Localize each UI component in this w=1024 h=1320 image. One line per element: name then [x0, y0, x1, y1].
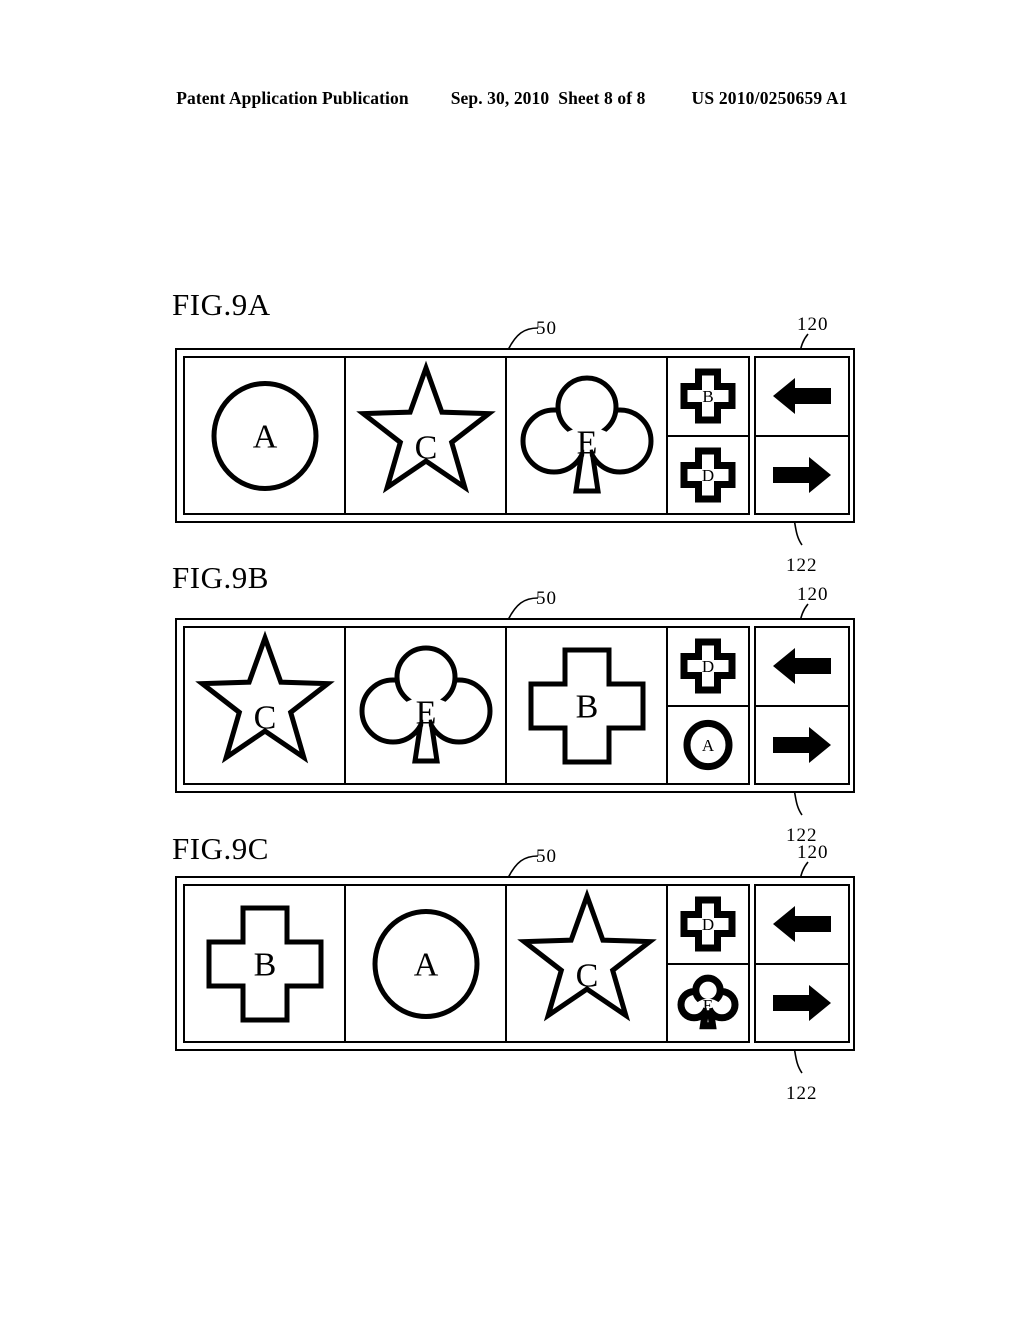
- upcoming-symbol-column: DA: [666, 626, 750, 785]
- star-symbol: C: [194, 630, 335, 774]
- upcoming-symbol-cell-1[interactable]: D: [666, 626, 750, 707]
- svg-text:E: E: [415, 694, 436, 731]
- symbol-slot-3[interactable]: E: [505, 356, 668, 515]
- symbol-slot-3[interactable]: B: [505, 626, 668, 785]
- arrow-right-icon: [771, 452, 833, 498]
- scroll-right-button[interactable]: [754, 704, 850, 785]
- svg-text:B: B: [575, 688, 598, 725]
- arrow-left-icon: [771, 373, 833, 419]
- header-publication: Patent Application Publication: [176, 88, 409, 108]
- scroll-right-button[interactable]: [754, 434, 850, 515]
- club-symbol: E: [677, 974, 739, 1030]
- svg-text:D: D: [702, 466, 714, 485]
- upcoming-symbol-cell-1[interactable]: B: [666, 356, 750, 437]
- scroll-left-button[interactable]: [754, 626, 850, 707]
- device-body: ACEBD: [175, 348, 855, 523]
- ref-numeral-arrow-right: 122: [786, 1083, 818, 1104]
- svg-text:A: A: [252, 418, 277, 455]
- cross-symbol: B: [204, 903, 326, 1025]
- circle-symbol: A: [683, 719, 733, 770]
- symbol-slot-2[interactable]: C: [344, 356, 507, 515]
- scroll-button-column: [754, 884, 850, 1043]
- scroll-button-column: [754, 626, 850, 785]
- device-screen: ACEBD: [183, 356, 850, 515]
- device-screen: CEBDA: [183, 626, 850, 785]
- star-symbol: C: [355, 360, 496, 504]
- cross-symbol: D: [680, 447, 736, 503]
- arrow-left-icon: [771, 901, 833, 947]
- svg-text:B: B: [253, 946, 276, 983]
- arrow-left-icon: [771, 643, 833, 689]
- arrow-right-icon: [771, 980, 833, 1026]
- cross-symbol: B: [526, 645, 648, 767]
- symbol-slot-1[interactable]: C: [183, 626, 346, 785]
- svg-text:D: D: [702, 657, 714, 676]
- circle-symbol: A: [209, 380, 321, 492]
- header-sheet: Sheet 8 of 8: [558, 88, 646, 108]
- ref-numeral-arrow-right: 122: [786, 555, 818, 576]
- circle-symbol: A: [370, 908, 482, 1020]
- scroll-left-button[interactable]: [754, 356, 850, 437]
- svg-text:B: B: [702, 387, 713, 406]
- svg-text:E: E: [576, 424, 597, 461]
- device-body: BACDE: [175, 876, 855, 1051]
- figure-label: FIG.9A: [172, 287, 271, 322]
- svg-text:C: C: [414, 429, 437, 466]
- arrow-right-icon: [771, 722, 833, 768]
- cross-symbol: D: [680, 896, 736, 952]
- symbol-slot-2[interactable]: E: [344, 626, 507, 785]
- svg-text:A: A: [702, 736, 715, 755]
- symbol-slot-2[interactable]: A: [344, 884, 507, 1043]
- symbol-slot-3[interactable]: C: [505, 884, 668, 1043]
- upcoming-symbol-cell-2[interactable]: E: [666, 962, 750, 1043]
- svg-text:D: D: [702, 915, 714, 934]
- symbol-slot-1[interactable]: B: [183, 884, 346, 1043]
- figure-label: FIG.9C: [172, 831, 269, 866]
- cross-symbol: D: [680, 638, 736, 694]
- device-body: CEBDA: [175, 618, 855, 793]
- header-date: Sep. 30, 2010: [450, 88, 550, 108]
- svg-text:E: E: [703, 996, 713, 1015]
- header-patent-number: US 2010/0250659 A1: [691, 88, 848, 108]
- scroll-left-button[interactable]: [754, 884, 850, 965]
- star-symbol: C: [516, 888, 657, 1032]
- symbol-slot-1[interactable]: A: [183, 356, 346, 515]
- svg-text:C: C: [575, 957, 598, 994]
- figure-label: FIG.9B: [172, 560, 269, 595]
- upcoming-symbol-column: DE: [666, 884, 750, 1043]
- upcoming-symbol-cell-2[interactable]: D: [666, 434, 750, 515]
- upcoming-symbol-column: BD: [666, 356, 750, 515]
- upcoming-symbol-cell-2[interactable]: A: [666, 704, 750, 785]
- club-symbol: E: [359, 643, 492, 769]
- page-header: Patent Application Publication Sep. 30, …: [0, 88, 1024, 109]
- svg-text:A: A: [413, 946, 438, 983]
- ref-numeral-arrow-left: 120: [797, 314, 829, 335]
- svg-text:C: C: [253, 699, 276, 736]
- cross-symbol: B: [680, 368, 736, 424]
- ref-numeral-arrow-left: 120: [797, 842, 829, 863]
- scroll-right-button[interactable]: [754, 962, 850, 1043]
- club-symbol: E: [520, 373, 653, 499]
- upcoming-symbol-cell-1[interactable]: D: [666, 884, 750, 965]
- device-screen: BACDE: [183, 884, 850, 1043]
- scroll-button-column: [754, 356, 850, 515]
- ref-numeral-arrow-left: 120: [797, 584, 829, 605]
